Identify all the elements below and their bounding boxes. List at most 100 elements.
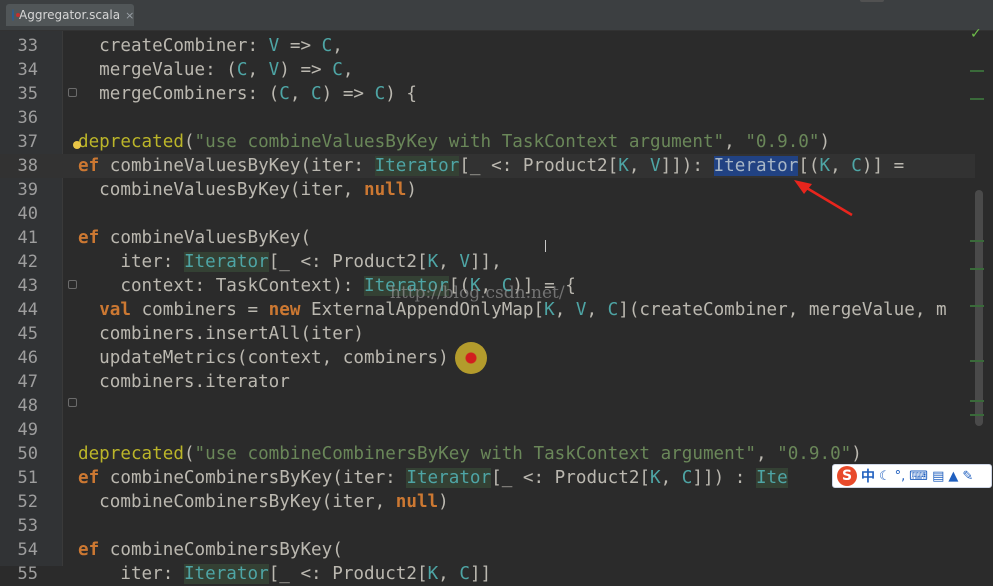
sogou-logo-icon[interactable]: S — [837, 466, 857, 486]
ime-toolbar[interactable]: S 中 ☾ °, ⌨ ▤ ▲ ✎ — [832, 464, 992, 488]
error-stripe-mark[interactable] — [970, 240, 984, 242]
code-line[interactable]: 41 ef combineValuesByKey( — [0, 226, 975, 250]
line-number: 34 — [17, 60, 38, 80]
code-token: combiners = — [141, 300, 269, 320]
code-token: Iterator — [406, 468, 492, 488]
tab-aggregator-scala[interactable]: Aggregator.scala × — [6, 4, 134, 26]
code-line[interactable]: 52 combineCombinersByKey(iter, null) — [0, 490, 975, 514]
code-line[interactable]: 47 combiners.iterator — [0, 370, 975, 394]
code-text[interactable]: ef combineCombinersByKey( — [78, 538, 343, 562]
code-token: deprecated — [78, 132, 184, 152]
code-token: ]], — [469, 252, 502, 272]
code-line[interactable]: 38 ef combineValuesByKey(iter: Iterator[_… — [0, 154, 975, 178]
code-text[interactable]: updateMetrics(context, combiners) — [78, 346, 449, 370]
error-stripe-mark[interactable] — [970, 70, 984, 72]
code-token: Iterator — [183, 564, 269, 584]
shirt-icon[interactable]: ▲ — [948, 469, 958, 484]
line-number: 53 — [17, 516, 38, 536]
code-line[interactable]: 54 ef combineCombinersByKey( — [0, 538, 975, 562]
code-line[interactable]: 53 — [0, 514, 975, 538]
code-line[interactable]: 46 updateMetrics(context, combiners) — [0, 346, 975, 370]
error-stripe-mark[interactable] — [970, 400, 984, 402]
code-line[interactable]: 49 — [0, 418, 975, 442]
code-line[interactable]: 34 mergeValue: (C, V) => C, — [0, 58, 975, 82]
code-token: K — [427, 252, 439, 272]
error-stripe-mark[interactable] — [970, 414, 984, 416]
code-token: ) => — [321, 84, 375, 104]
ime-mode-toggle[interactable]: 中 — [861, 466, 875, 486]
error-stripe-mark[interactable] — [970, 268, 984, 270]
fold-marker-icon[interactable] — [68, 88, 77, 97]
code-token: C — [459, 564, 470, 584]
code-text[interactable]: deprecated("use combineValuesByKey with … — [78, 130, 830, 154]
keyboard-icon[interactable]: ⌨ — [909, 469, 928, 484]
code-text[interactable]: mergeValue: (C, V) => C, — [78, 58, 353, 82]
ibeam-cursor-icon — [545, 240, 546, 252]
scrollbar-thumb[interactable] — [975, 190, 983, 426]
code-line[interactable]: 48 — [0, 394, 975, 418]
code-text[interactable]: ef combineCombinersByKey(iter: Iterator[… — [78, 466, 788, 490]
code-line[interactable]: 33 createCombiner: V => C, — [0, 34, 975, 58]
code-line[interactable]: 42 iter: Iterator[_ <: Product2[K, V]], — [0, 250, 975, 274]
code-token: C — [279, 84, 290, 104]
code-token: C — [607, 300, 619, 320]
scala-file-icon — [12, 9, 20, 21]
code-text[interactable]: deprecated("use combineCombinersByKey wi… — [78, 442, 862, 466]
fold-marker-icon[interactable] — [68, 280, 77, 289]
code-line[interactable]: 50 deprecated("use combineCombinersByKey … — [0, 442, 975, 466]
error-stripe-mark[interactable] — [970, 305, 984, 307]
watermark: http://blog.csdn.net/ — [390, 283, 565, 303]
code-line[interactable]: 35 mergeCombiners: (C, C) => C) { — [0, 82, 975, 106]
code-text[interactable]: mergeCombiners: (C, C) => C) { — [78, 82, 417, 106]
code-token: Ite — [755, 468, 788, 488]
code-token: ef — [78, 228, 110, 248]
code-token: ExternalAppendOnlyMap[ — [311, 300, 545, 320]
code-token: ](createCombiner, mergeValue, m — [618, 300, 947, 320]
code-token: null — [364, 180, 407, 200]
code-token: V — [459, 252, 470, 272]
code-token: , — [628, 156, 651, 176]
close-tab-icon[interactable]: × — [125, 9, 134, 22]
code-token: , — [830, 156, 852, 176]
code-token: new — [268, 300, 312, 320]
code-token: ef — [78, 540, 110, 560]
code-text[interactable]: ef combineValuesByKey(iter: Iterator[_ <… — [78, 154, 904, 178]
tab-title: Aggregator.scala — [19, 8, 121, 22]
code-token: , — [342, 60, 354, 80]
code-token: K — [544, 300, 555, 320]
code-line[interactable]: 45 combiners.insertAll(iter) — [0, 322, 975, 346]
red-arrow-annotation — [794, 180, 853, 217]
code-text[interactable]: combineValuesByKey(iter, null) — [78, 178, 417, 202]
code-token: combineValuesByKey(iter, — [78, 180, 364, 200]
code-text[interactable]: createCombiner: V => C, — [78, 34, 343, 58]
line-number: 47 — [17, 372, 38, 392]
code-text[interactable]: combineCombinersByKey(iter, null) — [78, 490, 449, 514]
code-text[interactable]: iter: Iterator[_ <: Product2[K, V]], — [78, 250, 502, 274]
punctuation-icon[interactable]: °, — [895, 469, 906, 484]
code-token: )] = — [861, 156, 905, 176]
code-text[interactable]: ef combineValuesByKey( — [78, 226, 311, 250]
code-token: [_ <: Product2[ — [268, 564, 428, 584]
editor-tab-bar: Aggregator.scala × — [0, 0, 993, 31]
code-token: C — [311, 84, 322, 104]
code-token: ) { — [385, 84, 417, 104]
code-token: ef — [78, 468, 110, 488]
code-line[interactable]: 51 ef combineCombinersByKey(iter: Iterato… — [0, 466, 975, 490]
moon-icon[interactable]: ☾ — [879, 469, 891, 484]
code-line[interactable]: 36 — [0, 106, 975, 130]
code-token: [( — [798, 156, 820, 176]
fold-marker-icon[interactable] — [68, 398, 77, 407]
code-token: V — [268, 60, 280, 80]
wrench-icon[interactable]: ✎ — [962, 469, 973, 484]
code-text[interactable]: combiners.insertAll(iter) — [78, 322, 364, 346]
error-stripe-mark[interactable] — [970, 98, 984, 100]
clipboard-icon[interactable]: ▤ — [932, 469, 944, 484]
code-text[interactable]: combiners.iterator — [78, 370, 290, 394]
code-line[interactable]: 37 deprecated("use combineValuesByKey wit… — [0, 130, 975, 154]
error-stripe-mark[interactable] — [970, 360, 984, 362]
code-token: "0.9.0" — [745, 132, 820, 152]
click-indicator-icon — [455, 342, 487, 374]
code-token: combineValuesByKey( — [109, 228, 312, 248]
intention-bulb-icon[interactable] — [73, 141, 81, 149]
code-token: combineValuesByKey(iter: — [109, 156, 375, 176]
